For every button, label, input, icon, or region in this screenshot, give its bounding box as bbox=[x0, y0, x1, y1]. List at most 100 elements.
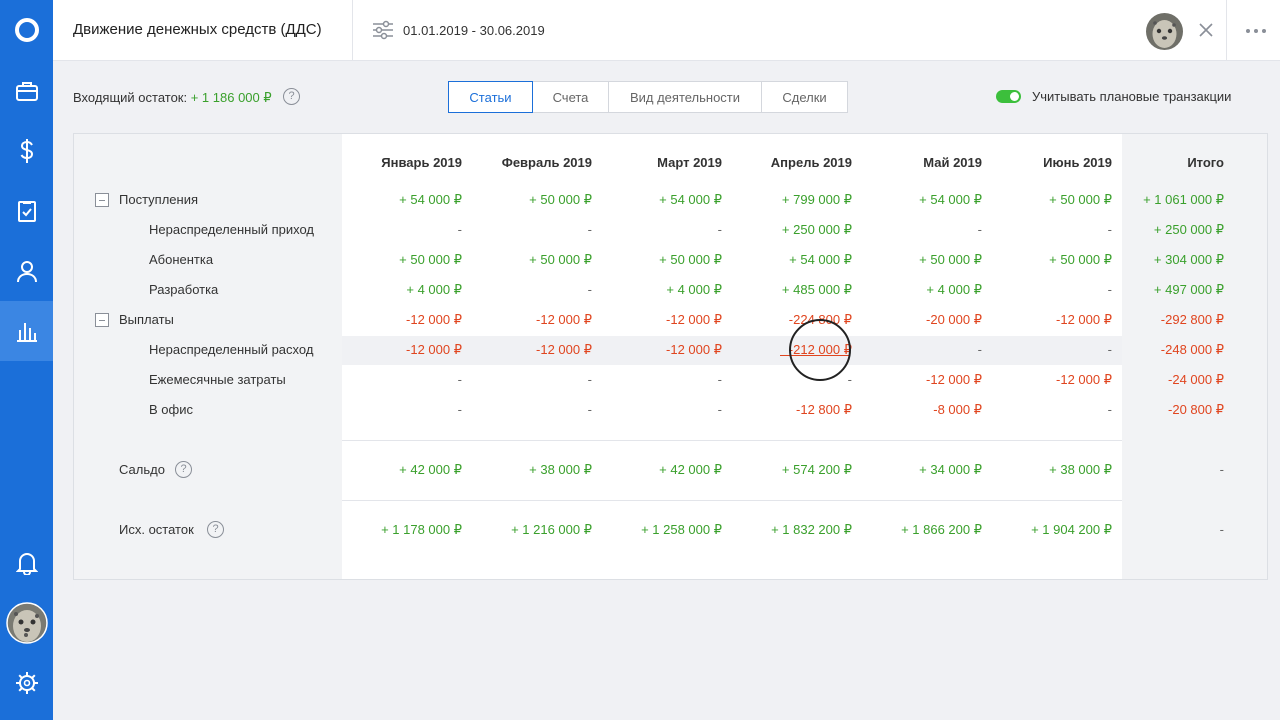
table-cell[interactable]: -12 000 ₽ bbox=[472, 312, 592, 328]
table-cell[interactable]: - bbox=[342, 222, 462, 237]
sidebar-user-avatar[interactable] bbox=[0, 593, 53, 653]
table-cell[interactable]: - bbox=[992, 342, 1112, 357]
table-cell-total[interactable]: + 497 000 ₽ bbox=[1104, 282, 1224, 298]
sidebar-item-finance[interactable] bbox=[0, 121, 53, 181]
table-cell[interactable]: + 50 000 ₽ bbox=[992, 252, 1112, 268]
tab-activity-type[interactable]: Вид деятельности bbox=[609, 81, 762, 113]
table-cell[interactable]: - bbox=[342, 402, 462, 417]
table-cell[interactable]: -12 000 ₽ bbox=[472, 342, 592, 358]
table-cell[interactable]: + 1 904 200 ₽ bbox=[992, 522, 1112, 538]
table-cell[interactable]: + 50 000 ₽ bbox=[992, 192, 1112, 208]
sidebar-item-notifications[interactable] bbox=[0, 533, 53, 593]
sidebar-item-tasks[interactable] bbox=[0, 181, 53, 241]
table-cell[interactable]: - bbox=[602, 372, 722, 387]
table-cell-total[interactable]: + 304 000 ₽ bbox=[1104, 252, 1224, 268]
row-label: Нераспределенный расход bbox=[149, 342, 314, 357]
table-cell[interactable]: + 42 000 ₽ bbox=[602, 462, 722, 478]
table-cell[interactable]: + 54 000 ₽ bbox=[732, 252, 852, 268]
table-cell-total[interactable]: + 1 061 000 ₽ bbox=[1104, 192, 1224, 208]
table-cell[interactable]: -12 000 ₽ bbox=[992, 312, 1112, 328]
table-cell[interactable]: - bbox=[342, 372, 462, 387]
table-cell[interactable]: - bbox=[992, 402, 1112, 417]
app-logo[interactable] bbox=[0, 0, 53, 60]
table-cell[interactable]: + 1 178 000 ₽ bbox=[342, 522, 462, 538]
planned-transactions-toggle[interactable] bbox=[996, 90, 1021, 103]
bell-icon bbox=[15, 553, 38, 575]
date-range[interactable]: 01.01.2019 - 30.06.2019 bbox=[403, 23, 545, 38]
table-cell[interactable]: + 54 000 ₽ bbox=[862, 192, 982, 208]
tab-accounts[interactable]: Счета bbox=[533, 81, 609, 113]
table-cell[interactable]: - bbox=[992, 222, 1112, 237]
tab-articles[interactable]: Статьи bbox=[448, 81, 533, 113]
table-cell-total[interactable]: -20 800 ₽ bbox=[1104, 402, 1224, 418]
table-cell[interactable]: + 485 000 ₽ bbox=[732, 282, 852, 298]
collapse-toggle[interactable] bbox=[95, 313, 109, 327]
help-icon[interactable]: ? bbox=[207, 521, 224, 538]
table-cell[interactable]: - bbox=[992, 282, 1112, 297]
table-cell[interactable]: -12 000 ₽ bbox=[862, 372, 982, 388]
table-cell[interactable]: + 4 000 ₽ bbox=[862, 282, 982, 298]
table-cell[interactable]: + 38 000 ₽ bbox=[992, 462, 1112, 478]
table-cell[interactable]: + 799 000 ₽ bbox=[732, 192, 852, 208]
column-header: Март 2019 bbox=[657, 155, 722, 170]
table-cell[interactable]: -20 000 ₽ bbox=[862, 312, 982, 328]
table-cell-total[interactable]: -24 000 ₽ bbox=[1104, 372, 1224, 388]
table-cell[interactable]: - bbox=[602, 402, 722, 417]
table-cell[interactable]: - bbox=[472, 282, 592, 297]
table-cell[interactable]: + 1 832 200 ₽ bbox=[732, 522, 852, 538]
table-cell-total[interactable]: -248 000 ₽ bbox=[1104, 342, 1224, 358]
table-cell[interactable]: + 1 258 000 ₽ bbox=[602, 522, 722, 538]
table-cell[interactable]: -12 800 ₽ bbox=[732, 402, 852, 418]
more-icon[interactable] bbox=[1245, 28, 1267, 34]
collapse-toggle[interactable] bbox=[95, 193, 109, 207]
help-icon[interactable]: ? bbox=[175, 461, 192, 478]
table-cell[interactable]: + 1 866 200 ₽ bbox=[862, 522, 982, 538]
sidebar-item-contacts[interactable] bbox=[0, 241, 53, 301]
table-cell[interactable]: + 42 000 ₽ bbox=[342, 462, 462, 478]
table-cell-total[interactable]: -292 800 ₽ bbox=[1104, 312, 1224, 328]
table-cell[interactable]: + 34 000 ₽ bbox=[862, 462, 982, 478]
table-cell[interactable]: + 1 216 000 ₽ bbox=[472, 522, 592, 538]
divider bbox=[342, 500, 1122, 501]
table-cell-total[interactable]: - bbox=[1104, 522, 1224, 537]
table-cell[interactable]: + 54 000 ₽ bbox=[342, 192, 462, 208]
table-cell[interactable]: -12 000 ₽ bbox=[992, 372, 1112, 388]
header-avatar[interactable] bbox=[1146, 13, 1183, 50]
briefcase-icon bbox=[15, 82, 38, 101]
table-cell[interactable]: + 54 000 ₽ bbox=[602, 192, 722, 208]
sidebar-item-deals[interactable] bbox=[0, 61, 53, 121]
table-cell-total[interactable]: + 250 000 ₽ bbox=[1104, 222, 1224, 238]
table-cell[interactable]: - bbox=[862, 222, 982, 237]
sidebar-item-settings[interactable] bbox=[0, 653, 53, 713]
table-cell[interactable]: + 4 000 ₽ bbox=[602, 282, 722, 298]
table-cell[interactable]: - bbox=[862, 342, 982, 357]
table-cell[interactable]: - bbox=[472, 222, 592, 237]
table-cell[interactable]: + 574 200 ₽ bbox=[732, 462, 852, 478]
table-cell[interactable]: -8 000 ₽ bbox=[862, 402, 982, 418]
table-cell[interactable]: -12 000 ₽ bbox=[602, 312, 722, 328]
table-cell[interactable]: + 4 000 ₽ bbox=[342, 282, 462, 298]
table-cell[interactable]: -12 000 ₽ bbox=[342, 312, 462, 328]
table-cell[interactable]: + 38 000 ₽ bbox=[472, 462, 592, 478]
table-cell[interactable]: + 50 000 ₽ bbox=[472, 192, 592, 208]
table-cell-total[interactable]: - bbox=[1104, 462, 1224, 477]
table-cell[interactable]: -12 000 ₽ bbox=[602, 342, 722, 358]
close-icon[interactable] bbox=[1199, 23, 1213, 37]
table-cell[interactable]: + 50 000 ₽ bbox=[602, 252, 722, 268]
closing-balance-label: Исх. остаток bbox=[119, 522, 194, 537]
sidebar-item-reports[interactable] bbox=[0, 301, 53, 361]
table-cell[interactable]: - bbox=[472, 372, 592, 387]
table-cell[interactable]: - bbox=[602, 222, 722, 237]
user-icon bbox=[16, 261, 37, 283]
table-cell[interactable]: + 50 000 ₽ bbox=[472, 252, 592, 268]
help-icon[interactable]: ? bbox=[283, 88, 300, 105]
table-cell[interactable]: + 50 000 ₽ bbox=[342, 252, 462, 268]
table-cell[interactable]: - bbox=[472, 402, 592, 417]
filter-settings-icon[interactable] bbox=[372, 20, 394, 40]
column-header: Апрель 2019 bbox=[770, 155, 852, 170]
header: Движение денежных средств (ДДС) 01.01.20… bbox=[53, 0, 1280, 61]
table-cell[interactable]: + 250 000 ₽ bbox=[732, 222, 852, 238]
tab-deals[interactable]: Сделки bbox=[762, 81, 848, 113]
table-cell[interactable]: -12 000 ₽ bbox=[342, 342, 462, 358]
table-cell[interactable]: + 50 000 ₽ bbox=[862, 252, 982, 268]
